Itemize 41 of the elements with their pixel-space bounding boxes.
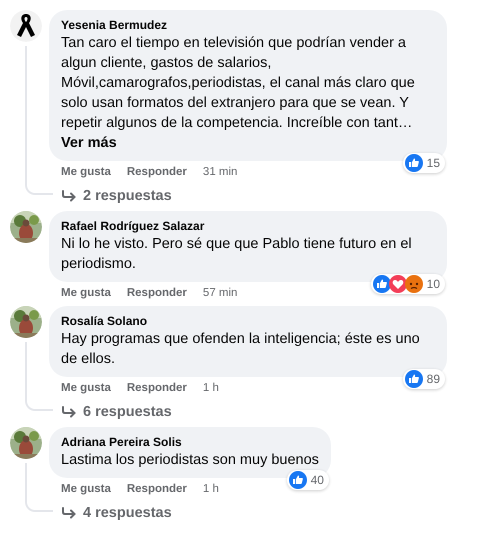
- like-link[interactable]: Me gusta: [61, 166, 111, 178]
- reaction-count: 40: [310, 473, 324, 487]
- reply-link[interactable]: Responder: [126, 166, 187, 178]
- reply-link[interactable]: Responder: [126, 382, 187, 394]
- comment-text: Lastima los periodistas son muy buenos: [61, 451, 319, 470]
- like-link[interactable]: Me gusta: [61, 483, 111, 495]
- comment-text: Tan caro el tiempo en televisión que podrían vender a algun cliente, gastos de salarios, Móvil,camarografos,periodistas, el canal más claro que solo usan formatos del extranjero para que se vean. Y repetir algunos de la competencia. Increíble con tant…: [61, 34, 416, 133]
- author-name[interactable]: Adriana Pereira Solis: [61, 434, 319, 450]
- angry-face-icon: [404, 275, 423, 293]
- like-link[interactable]: Me gusta: [61, 287, 111, 299]
- author-name[interactable]: Yesenia Bermudez: [61, 17, 435, 33]
- comment-time[interactable]: 57 min: [202, 287, 238, 299]
- author-name[interactable]: Rafael Rodríguez Salazar: [61, 218, 435, 234]
- like-link[interactable]: Me gusta: [61, 382, 111, 394]
- replies-link[interactable]: 4 respuestas: [49, 498, 172, 524]
- reply-link[interactable]: Responder: [126, 287, 187, 299]
- reaction-count: 10: [426, 277, 440, 291]
- comment-text: Hay programas que ofenden la inteligencia; éste es uno de ellos.: [61, 330, 421, 369]
- reaction-badge[interactable]: 89: [402, 369, 445, 389]
- see-more-link[interactable]: Ver más: [61, 133, 435, 153]
- ribbon-avatar[interactable]: [10, 10, 42, 42]
- author-name[interactable]: Rosalía Solano: [61, 313, 435, 329]
- reaction-badge[interactable]: 10: [370, 274, 445, 294]
- reply-arrow-icon: [61, 406, 77, 418]
- reply-arrow-icon: [61, 190, 77, 202]
- comment-time[interactable]: 1 h: [202, 382, 219, 394]
- reaction-badge[interactable]: 15: [402, 153, 445, 173]
- reaction-badge[interactable]: 40: [286, 470, 329, 490]
- reply-arrow-icon: [61, 507, 77, 519]
- replies-link[interactable]: 2 respuestas: [49, 181, 172, 207]
- like-icon: [404, 370, 423, 388]
- comment-text: Ni lo he visto. Pero sé que que Pablo tiene futuro en el periodismo.: [61, 235, 413, 274]
- reaction-count: 89: [426, 372, 440, 386]
- reaction-count: 15: [426, 156, 440, 170]
- like-icon: [288, 471, 307, 489]
- replies-link[interactable]: 6 respuestas: [49, 397, 172, 423]
- reply-link[interactable]: Responder: [126, 483, 187, 495]
- like-icon: [372, 275, 391, 293]
- comment-time[interactable]: 31 min: [202, 166, 238, 178]
- comment-time[interactable]: 1 h: [202, 483, 219, 495]
- like-icon: [404, 154, 423, 172]
